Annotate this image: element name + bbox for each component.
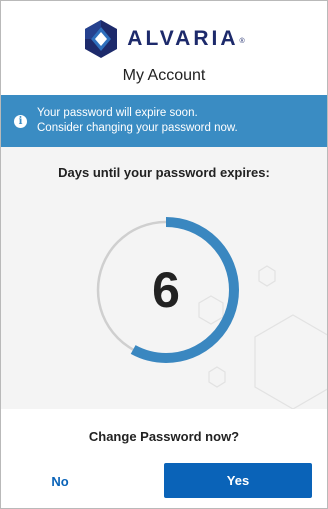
- expiry-panel: Days until your password expires: 6: [1, 147, 327, 409]
- no-button-label: No: [51, 473, 69, 489]
- no-button[interactable]: No: [25, 463, 155, 499]
- registered-mark: ®: [239, 37, 245, 45]
- banner-message: Your password will expire soon. Consider…: [37, 106, 238, 136]
- change-password-question: Change Password now?: [88, 429, 240, 444]
- alvaria-logo: ALVARIA ®: [1, 17, 327, 61]
- days-remaining-value: 6: [152, 262, 180, 318]
- banner-line-1: Your password will expire soon.: [37, 107, 198, 119]
- days-until-expiry-label: Days until your password expires:: [58, 165, 270, 180]
- alvaria-logo-mark: [85, 20, 118, 58]
- brand-name: ALVARIA: [127, 27, 239, 50]
- yes-button[interactable]: Yes: [164, 463, 312, 498]
- account-window: ALVARIA ® My Account i Your password wil…: [0, 0, 328, 509]
- action-area: Change Password now? No Yes: [1, 409, 327, 508]
- expiry-warning-banner: i Your password will expire soon. Consid…: [1, 95, 327, 147]
- banner-line-2: Consider changing your password now.: [37, 122, 238, 134]
- page-title: My Account: [122, 67, 206, 84]
- info-icon: i: [14, 114, 27, 128]
